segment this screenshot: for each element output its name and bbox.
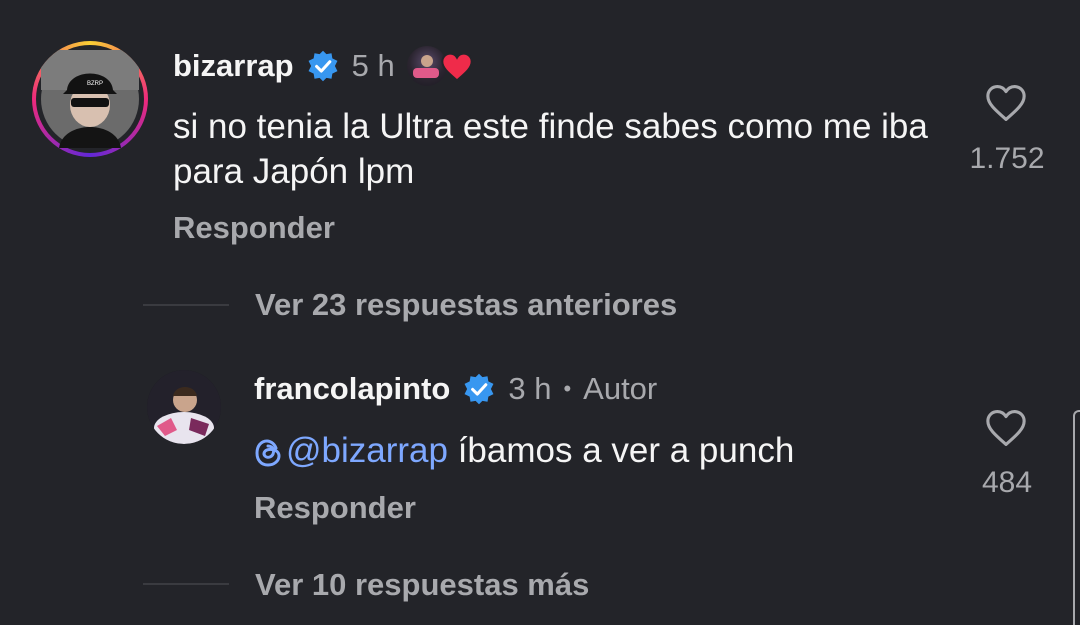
comment2-reply-button[interactable]: Responder [254, 490, 416, 526]
heart-outline-icon [986, 85, 1026, 121]
comment2-time: 3 h [508, 371, 552, 406]
svg-text:BZRP: BZRP [87, 81, 103, 87]
comment2-username[interactable]: francolapinto [254, 371, 450, 407]
comment2-mention-link[interactable]: @bizarrap [286, 428, 448, 473]
comment1-reply-button[interactable]: Responder [173, 210, 335, 246]
thread-divider [143, 583, 229, 585]
comment1-header: bizarrap 5 h [173, 46, 475, 86]
liked-by-author-indicator [406, 44, 475, 88]
comment2-header: francolapinto 3 h • Autor [254, 369, 657, 409]
threads-logo-icon [254, 435, 284, 467]
comment1-like-count: 1.752 [969, 142, 1045, 175]
avatar-bizarrap[interactable]: BZRP [32, 41, 148, 157]
comment2-like-count: 484 [981, 466, 1033, 499]
comment1-like-button[interactable] [985, 84, 1029, 124]
comment1-username[interactable]: bizarrap [173, 48, 294, 84]
comment1-text: si no tenia la Ultra este finde sabes co… [173, 107, 928, 191]
comment2-text: íbamos a ver a punch [447, 431, 795, 470]
view-previous-replies-button[interactable]: Ver 23 respuestas anteriores [255, 287, 677, 323]
scrollbar[interactable] [1073, 410, 1080, 625]
view-more-replies-button[interactable]: Ver 10 respuestas más [255, 567, 589, 603]
verified-badge-icon [462, 372, 496, 406]
comment2-like-button[interactable] [985, 409, 1029, 449]
thread-divider [143, 304, 229, 306]
comment2-author-label: Autor [583, 371, 658, 406]
comment2-body: @bizarrap íbamos a ver a punch [254, 428, 954, 473]
liked-by-author-heart-icon [441, 52, 473, 87]
comment1-time: 5 h [351, 48, 395, 83]
verified-badge-icon [306, 49, 340, 83]
avatar-francolapinto[interactable] [147, 370, 221, 444]
comment2-separator: • [563, 376, 572, 401]
heart-outline-icon [986, 410, 1026, 446]
